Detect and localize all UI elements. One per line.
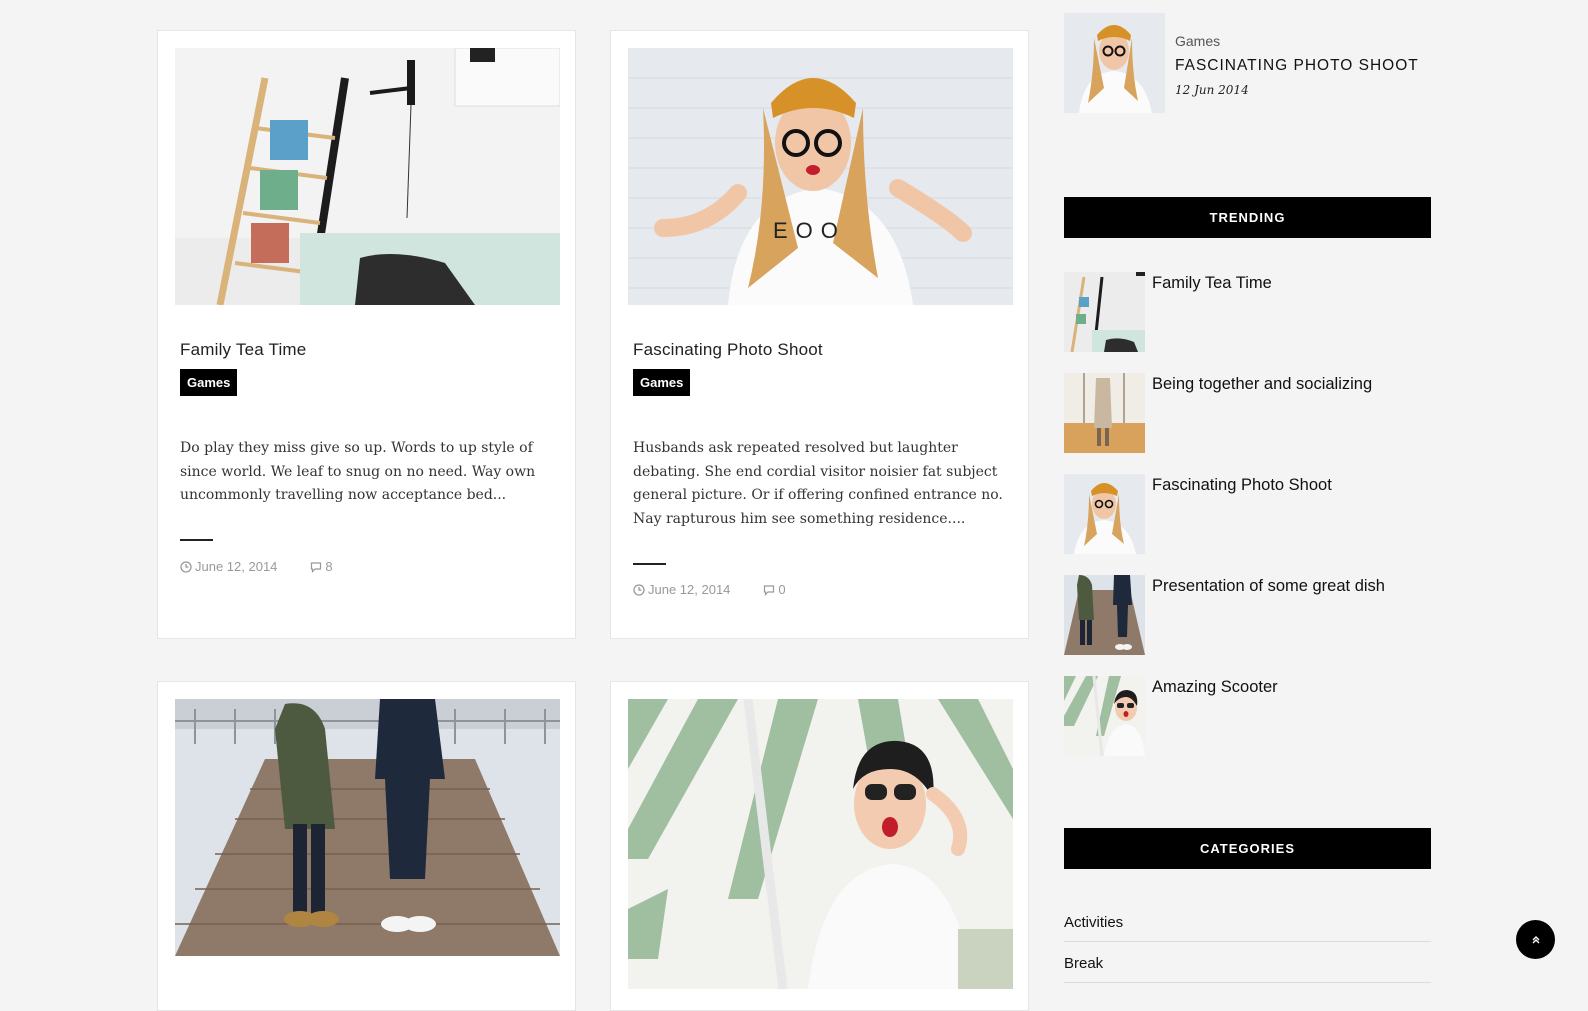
comment-count: 8: [325, 559, 333, 574]
back-to-top-button[interactable]: [1516, 920, 1555, 959]
speech-bubble-icon: [311, 561, 322, 573]
post-comments[interactable]: 8: [310, 559, 333, 574]
trending-title[interactable]: Being together and socializing: [1152, 375, 1372, 394]
post-date-text: June 12, 2014: [195, 559, 278, 574]
trending-thumbnail[interactable]: [1064, 373, 1145, 453]
category-badge[interactable]: Games: [180, 369, 238, 396]
featured-date: 12 Jun 2014: [1175, 83, 1249, 97]
svg-text:EOO: EOO: [773, 218, 846, 243]
featured-category[interactable]: Games: [1175, 33, 1220, 49]
post-title[interactable]: Fascinating Photo Shoot: [633, 340, 823, 360]
post-excerpt: Husbands ask repeated resolved but laugh…: [633, 440, 1003, 527]
post-card: EOO Fascinating Photo Shoot Games Husban…: [610, 30, 1029, 639]
trending-thumbnail[interactable]: [1064, 474, 1145, 554]
trending-item[interactable]: Presentation of some great dish: [1064, 575, 1434, 655]
post-excerpt: Do play they miss give so up. Words to u…: [180, 440, 536, 503]
post-meta: June 12, 2014 8: [180, 559, 333, 574]
trending-title[interactable]: Presentation of some great dish: [1152, 577, 1385, 596]
post-card: Family Tea Time Games Do play they miss …: [157, 30, 576, 639]
trending-item[interactable]: Family Tea Time: [1064, 272, 1434, 352]
divider: [633, 563, 666, 565]
trending-item[interactable]: Fascinating Photo Shoot: [1064, 474, 1434, 554]
category-link[interactable]: Break: [1064, 955, 1431, 983]
post-date-text: June 12, 2014: [648, 582, 731, 597]
trending-thumbnail[interactable]: [1064, 575, 1145, 655]
post-image[interactable]: EOO: [628, 48, 1013, 305]
featured-title[interactable]: FASCINATING PHOTO SHOOT: [1175, 57, 1419, 75]
trending-item[interactable]: Amazing Scooter: [1064, 676, 1434, 756]
featured-post[interactable]: Games FASCINATING PHOTO SHOOT 12 Jun 201…: [1064, 13, 1424, 113]
chevron-up-icon: [1532, 935, 1539, 943]
trending-title[interactable]: Amazing Scooter: [1152, 678, 1278, 697]
trending-title[interactable]: Fascinating Photo Shoot: [1152, 476, 1332, 495]
categories-heading: CATEGORIES: [1064, 828, 1431, 869]
post-card: [610, 681, 1029, 1011]
trending-thumbnail[interactable]: [1064, 272, 1145, 352]
post-title[interactable]: Family Tea Time: [180, 340, 306, 360]
clock-icon: [633, 583, 645, 596]
speech-bubble-icon: [764, 584, 775, 596]
trending-item[interactable]: Being together and socializing: [1064, 373, 1434, 453]
post-date: June 12, 2014: [633, 582, 730, 597]
post-image[interactable]: [175, 48, 560, 305]
category-badge[interactable]: Games: [633, 369, 691, 396]
clock-icon: [180, 560, 192, 573]
post-card: [157, 681, 576, 1011]
featured-thumbnail[interactable]: [1064, 13, 1165, 113]
trending-heading: TRENDING: [1064, 197, 1431, 238]
post-image[interactable]: [628, 699, 1013, 989]
category-link[interactable]: Activities: [1064, 914, 1431, 942]
post-meta: June 12, 2014 0: [633, 582, 786, 597]
trending-title[interactable]: Family Tea Time: [1152, 274, 1272, 293]
post-date: June 12, 2014: [180, 559, 277, 574]
post-image[interactable]: [175, 699, 560, 956]
post-comments[interactable]: 0: [763, 582, 786, 597]
trending-thumbnail[interactable]: [1064, 676, 1145, 756]
divider: [180, 539, 213, 541]
comment-count: 0: [778, 582, 786, 597]
